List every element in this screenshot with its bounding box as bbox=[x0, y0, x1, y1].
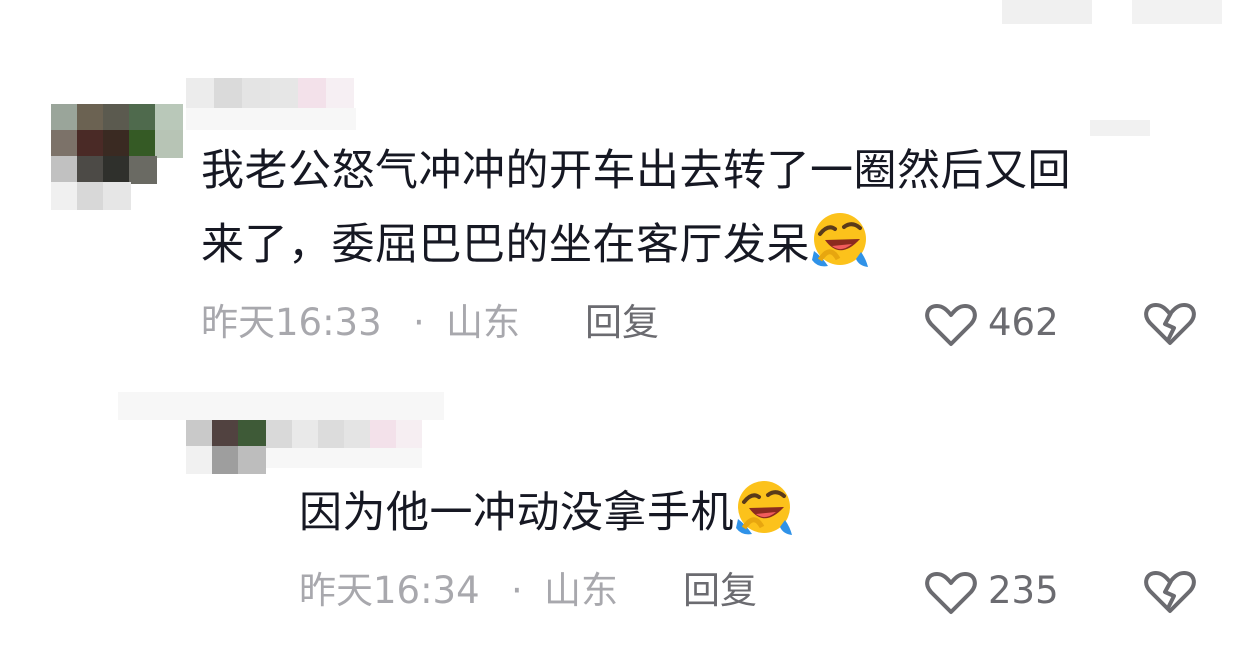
blurred-fragment bbox=[1090, 120, 1150, 136]
avatar[interactable] bbox=[51, 104, 183, 210]
reply-comment-item: 因为他一冲动没拿手机 昨天16:34 · 山东 回复 235 bbox=[0, 380, 1260, 661]
like-count: 462 bbox=[988, 301, 1059, 344]
comment-text-line-2-content: 来了，委屈巴巴的坐在客厅发呆 bbox=[201, 220, 810, 270]
avatar[interactable] bbox=[186, 420, 266, 476]
meta-separator: · bbox=[511, 569, 523, 612]
comment-location: 山东 bbox=[544, 569, 618, 612]
comment-time: 昨天16:33 bbox=[201, 301, 382, 344]
comment-item: 我老公怒气冲冲的开车出去转了一圈然后又回 来了，委屈巴巴的坐在客厅发呆 昨天16… bbox=[0, 0, 1260, 380]
username-blurred[interactable] bbox=[186, 78, 356, 132]
blurred-fragment bbox=[118, 392, 444, 420]
comment-location: 山东 bbox=[446, 301, 520, 344]
comment-text-line-2: 来了，委屈巴巴的坐在客厅发呆 bbox=[201, 206, 870, 285]
comment-text-content: 因为他一冲动没拿手机 bbox=[299, 488, 734, 538]
heart-outline-icon[interactable] bbox=[925, 571, 977, 615]
broken-heart-icon[interactable] bbox=[1144, 300, 1196, 348]
meta-separator: · bbox=[413, 301, 425, 344]
broken-heart-icon[interactable] bbox=[1144, 568, 1196, 616]
comment-text-line-1: 因为他一冲动没拿手机 bbox=[299, 474, 794, 553]
username-blurred[interactable] bbox=[266, 420, 422, 470]
comment-time: 昨天16:34 bbox=[299, 569, 480, 612]
heart-outline-icon[interactable] bbox=[925, 303, 977, 347]
reply-button[interactable]: 回复 bbox=[585, 300, 659, 346]
like-count: 235 bbox=[988, 569, 1059, 612]
crying-laughing-emoji-icon bbox=[734, 477, 794, 537]
reply-button[interactable]: 回复 bbox=[683, 568, 757, 614]
comment-text-line-1: 我老公怒气冲冲的开车出去转了一圈然后又回 bbox=[201, 146, 1071, 196]
crying-laughing-emoji-icon bbox=[810, 209, 870, 269]
